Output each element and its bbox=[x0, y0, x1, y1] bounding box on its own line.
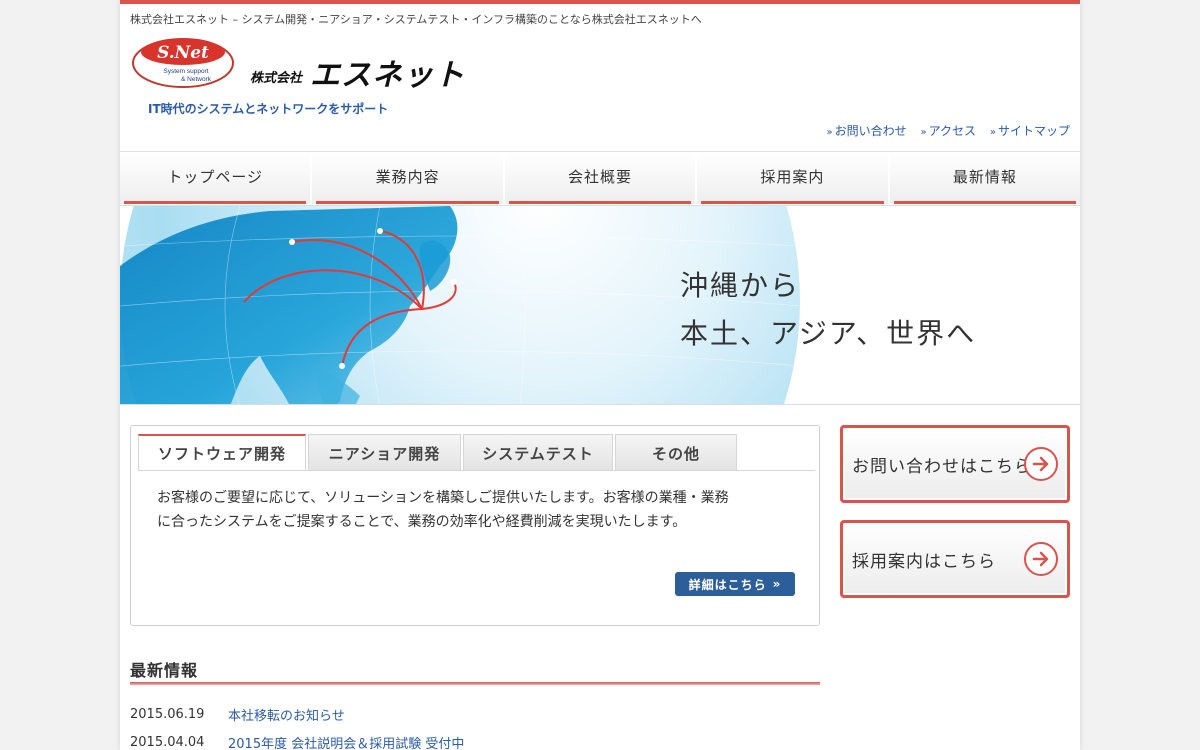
contact-link[interactable]: » お問い合わせ bbox=[827, 124, 907, 138]
page: 株式会社エスネット – システム開発・ニアショア・システムテスト・インフラ構築の… bbox=[120, 0, 1080, 750]
news-date: 2015.06.19 bbox=[130, 706, 205, 722]
access-link[interactable]: » アクセス bbox=[921, 124, 977, 138]
tab-divider bbox=[138, 470, 815, 471]
snet-logo[interactable]: S.Net System support & Network bbox=[132, 37, 234, 89]
contact-link-label: お問い合わせ bbox=[834, 124, 907, 138]
nav-item-top[interactable]: トップページ bbox=[120, 152, 313, 204]
tab-software[interactable]: ソフトウェア開発 bbox=[138, 434, 306, 471]
recruit-button[interactable]: 採用案内はこちら bbox=[840, 520, 1070, 598]
hero-line-2: 本土、アジア、世界へ bbox=[680, 317, 977, 350]
news-item: 2015.04.04 2015年度 会社説明会＆採用試験 受付中 bbox=[130, 728, 820, 750]
news-title-link[interactable]: 本社移転のお知らせ bbox=[228, 705, 345, 724]
tab-label: ニアショア開発 bbox=[328, 444, 441, 463]
news-heading: 最新情報 bbox=[130, 661, 199, 680]
arrow-icon: » bbox=[826, 127, 833, 138]
tab-nearshore[interactable]: ニアショア開発 bbox=[308, 434, 461, 471]
contact-button-label: お問い合わせはこちら bbox=[852, 456, 1032, 477]
contact-button[interactable]: お問い合わせはこちら bbox=[840, 425, 1070, 503]
tab-content: お客様のご要望に応じて、ソリューションを構築しご提供いたします。お客様の業種・業… bbox=[157, 486, 797, 534]
recruit-button-label: 採用案内はこちら bbox=[852, 551, 996, 572]
nav-label: 会社概要 bbox=[568, 167, 633, 186]
tab-content-line-1: お客様のご要望に応じて、ソリューションを構築しご提供いたします。お客様の業種・業… bbox=[157, 490, 729, 506]
services-tab-panel: ソフトウェア開発 ニアショア開発 システムテスト その他 お客様のご要望に応じて… bbox=[130, 425, 820, 626]
tab-label: ソフトウェア開発 bbox=[157, 445, 286, 463]
news-heading-rule bbox=[130, 682, 820, 685]
sitemap-link-label: サイトマップ bbox=[997, 124, 1070, 138]
top-accent-rule bbox=[120, 0, 1080, 4]
utility-links: » お問い合わせ » アクセス » サイトマップ bbox=[817, 122, 1070, 139]
access-link-label: アクセス bbox=[928, 124, 977, 138]
nav-item-company[interactable]: 会社概要 bbox=[504, 152, 698, 204]
hero-line-1: 沖縄から bbox=[680, 269, 801, 302]
news-list: 2015.06.19 本社移転のお知らせ 2015.04.04 2015年度 会… bbox=[130, 700, 820, 750]
nav-label: 最新情報 bbox=[952, 167, 1017, 186]
details-button[interactable]: 詳細はこちら » bbox=[675, 572, 795, 596]
nav-item-services[interactable]: 業務内容 bbox=[312, 152, 505, 204]
nav-label: トップページ bbox=[167, 167, 264, 186]
double-chevron-icon: » bbox=[772, 577, 782, 591]
hero-banner: 沖縄から 本土、アジア、世界へ bbox=[120, 205, 1080, 405]
nav-item-news[interactable]: 最新情報 bbox=[889, 152, 1080, 204]
logo-catchphrase: IT時代のシステムとネットワークをサポート bbox=[148, 102, 389, 116]
nav-label: 業務内容 bbox=[375, 167, 440, 186]
logo-text: S.Net bbox=[157, 43, 209, 63]
sitemap-link[interactable]: » サイトマップ bbox=[990, 124, 1070, 138]
tab-label: その他 bbox=[651, 444, 700, 463]
company-main-name: エスネット bbox=[310, 58, 466, 93]
news-item: 2015.06.19 本社移転のお知らせ bbox=[130, 700, 820, 728]
tab-system-test[interactable]: システムテスト bbox=[463, 434, 613, 471]
nav-item-recruit[interactable]: 採用案内 bbox=[697, 152, 890, 204]
company-name: 株式会社 エスネット bbox=[250, 50, 464, 93]
tab-other[interactable]: その他 bbox=[615, 434, 737, 471]
news-title-link[interactable]: 2015年度 会社説明会＆採用試験 受付中 bbox=[228, 733, 464, 750]
arrow-right-circle-icon bbox=[1024, 542, 1058, 576]
hero-headline: 沖縄から 本土、アジア、世界へ bbox=[680, 262, 976, 358]
details-button-label: 詳細はこちら bbox=[688, 577, 767, 592]
arrow-icon: » bbox=[989, 127, 996, 138]
tab-label: システムテスト bbox=[482, 444, 594, 463]
tab-content-line-2: に合ったシステムをご提案することで、業務の効率化や経費削減を実現いたします。 bbox=[157, 514, 687, 530]
company-prefix: 株式会社 bbox=[250, 71, 303, 86]
logo-sub2: & Network bbox=[181, 76, 212, 83]
logo-sub1: System support bbox=[163, 68, 208, 75]
arrow-right-circle-icon bbox=[1024, 447, 1058, 481]
arrow-icon: » bbox=[920, 127, 927, 138]
global-nav: トップページ 業務内容 会社概要 採用案内 最新情報 bbox=[120, 151, 1080, 204]
news-date: 2015.04.04 bbox=[130, 734, 205, 750]
nav-label: 採用案内 bbox=[760, 167, 825, 186]
tab-bar: ソフトウェア開発 ニアショア開発 システムテスト その他 bbox=[138, 434, 739, 471]
site-tagline: 株式会社エスネット – システム開発・ニアショア・システムテスト・インフラ構築の… bbox=[130, 13, 702, 26]
